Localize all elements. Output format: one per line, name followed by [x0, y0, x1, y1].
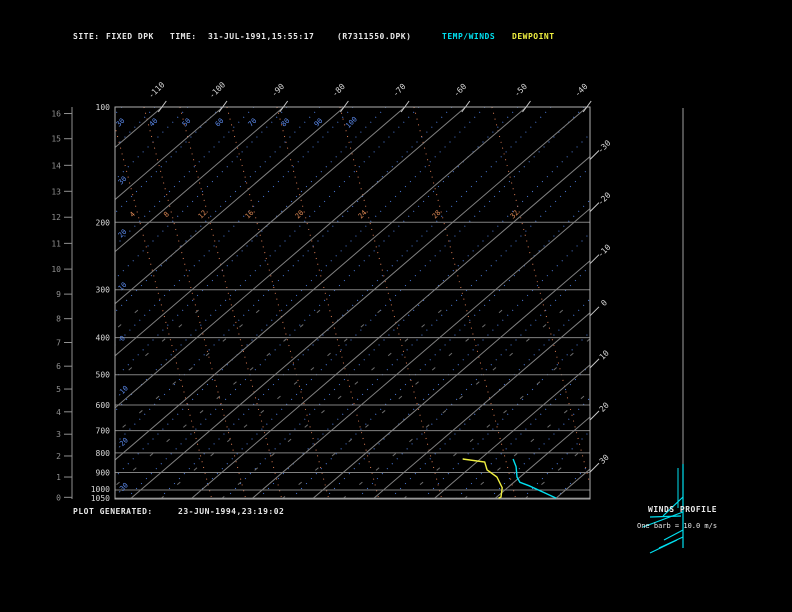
skewt-app-window: SITE: FIXED DPK TIME: 31-JUL-1991,15:55:…	[0, 0, 792, 612]
svg-text:-70: -70	[391, 82, 408, 99]
svg-text:7: 7	[56, 339, 61, 348]
svg-text:16: 16	[51, 110, 61, 119]
svg-text:800: 800	[96, 449, 111, 458]
svg-text:14: 14	[51, 161, 61, 170]
svg-text:2: 2	[56, 452, 61, 461]
svg-text:70: 70	[247, 117, 259, 129]
svg-text:100: 100	[344, 115, 359, 130]
svg-text:-50: -50	[512, 82, 529, 99]
winds-profile-title: WINDS PROFILE	[648, 505, 717, 514]
svg-text:30: 30	[115, 117, 127, 129]
svg-text:16: 16	[244, 209, 256, 221]
svg-text:-110: -110	[147, 80, 167, 100]
svg-text:15: 15	[51, 135, 61, 144]
dry-adiabat-lines	[0, 107, 792, 499]
svg-text:3: 3	[56, 430, 61, 439]
svg-text:80: 80	[280, 117, 292, 129]
svg-text:1050: 1050	[91, 494, 110, 503]
svg-text:100: 100	[96, 103, 111, 112]
svg-text:400: 400	[96, 334, 111, 343]
plot-generated-value: 23-JUN-1994,23:19:02	[178, 507, 284, 516]
svg-text:6: 6	[56, 362, 61, 371]
svg-text:-20: -20	[596, 190, 613, 207]
right-isotherm-labels: -30 -20 -10 0 10 20 30	[590, 138, 613, 472]
svg-text:-30: -30	[596, 138, 613, 155]
svg-text:1: 1	[56, 473, 61, 482]
svg-text:60: 60	[214, 117, 226, 129]
dewpoint-trace	[463, 459, 503, 498]
svg-text:10: 10	[51, 265, 61, 274]
svg-text:20: 20	[598, 401, 611, 414]
winds-profile	[643, 108, 683, 553]
svg-text:-60: -60	[452, 82, 469, 99]
svg-text:24: 24	[357, 209, 369, 221]
svg-text:50: 50	[181, 117, 193, 129]
svg-text:20: 20	[117, 228, 129, 240]
svg-text:-10: -10	[596, 243, 613, 260]
skewt-plot-svg: 1002003004005006007008009001000105001234…	[0, 0, 792, 612]
pressure-tick-labels: 100 200 300 400 500 600 700 800 900 10001050	[91, 103, 110, 503]
svg-text:4: 4	[56, 408, 61, 417]
winds-barb-legend: One barb = 10.0 m/s	[637, 522, 717, 530]
svg-text:-40: -40	[573, 82, 590, 99]
svg-text:10: 10	[598, 348, 611, 361]
svg-text:9: 9	[56, 290, 61, 299]
svg-text:900: 900	[96, 468, 111, 477]
svg-text:8: 8	[56, 315, 61, 324]
svg-text:0: 0	[599, 298, 609, 308]
svg-text:4: 4	[128, 210, 137, 219]
plot-generated-label: PLOT GENERATED:	[73, 507, 153, 516]
svg-text:13: 13	[51, 187, 61, 196]
svg-text:500: 500	[96, 371, 111, 380]
svg-text:5: 5	[56, 385, 61, 394]
svg-text:10: 10	[117, 281, 129, 293]
svg-text:90: 90	[313, 117, 325, 129]
svg-text:700: 700	[96, 427, 111, 436]
svg-text:-80: -80	[330, 82, 347, 99]
svg-text:20: 20	[294, 209, 306, 221]
svg-text:11: 11	[51, 239, 61, 248]
svg-text:30: 30	[598, 453, 611, 466]
svg-text:32: 32	[509, 209, 521, 221]
svg-text:-100: -100	[207, 80, 227, 100]
svg-text:28: 28	[431, 209, 443, 221]
svg-text:200: 200	[96, 218, 111, 227]
svg-text:8: 8	[162, 210, 171, 219]
moist-adiabat-lines	[110, 107, 594, 499]
height-axis: 012345678910111213141516	[51, 107, 72, 502]
svg-text:-90: -90	[270, 82, 287, 99]
svg-text:0: 0	[56, 493, 61, 502]
svg-text:300: 300	[96, 286, 111, 295]
svg-text:1000: 1000	[91, 485, 110, 494]
svg-text:600: 600	[96, 401, 111, 410]
svg-text:0: 0	[118, 334, 127, 343]
svg-text:12: 12	[197, 209, 209, 221]
svg-text:12: 12	[51, 213, 61, 222]
